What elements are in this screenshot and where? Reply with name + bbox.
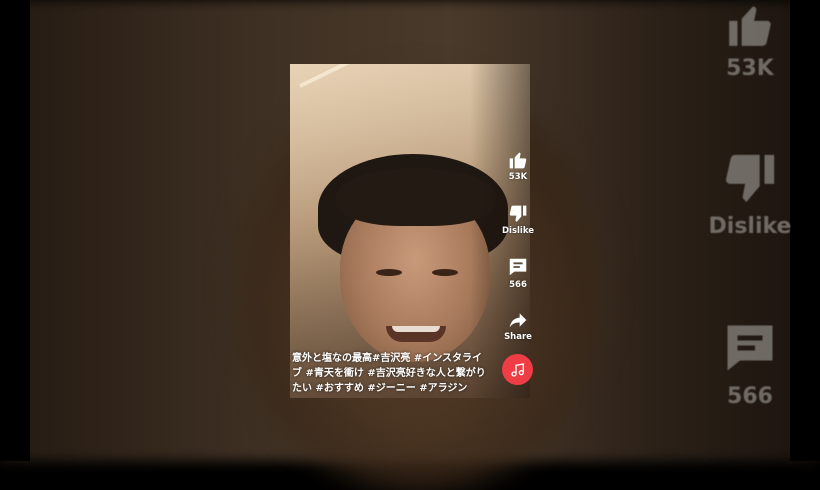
video-person-eye-right [432, 269, 458, 276]
video-person-eye-left [376, 269, 402, 276]
blurred-comment-count: 566 [727, 384, 773, 409]
thumbs-down-icon [726, 154, 775, 202]
left-letterbox [0, 0, 30, 461]
dislike-button[interactable]: Dislike [498, 204, 538, 236]
thumbs-down-icon [509, 205, 527, 222]
comment-button[interactable]: 566 [498, 256, 538, 290]
dislike-label: Dislike [501, 226, 535, 236]
thumbs-up-icon [729, 6, 771, 46]
like-button[interactable]: 53K [498, 150, 538, 182]
share-label: Share [504, 332, 532, 342]
blurred-comment: 566 [690, 318, 810, 409]
blurred-dislike: Dislike [690, 150, 810, 239]
video-player[interactable] [290, 64, 530, 398]
comment-icon [509, 258, 527, 276]
share-arrow-icon [509, 313, 527, 328]
like-count: 53K [508, 172, 528, 182]
blurred-like-count: 53K [726, 56, 774, 81]
share-button[interactable]: Share [498, 310, 538, 342]
comment-count: 566 [509, 280, 527, 290]
video-caption[interactable]: 意外と塩なの最高#吉沢亮 #インスタライブ #青天を衝け #吉沢亮好きな人と繋が… [292, 351, 492, 396]
music-note-icon [510, 362, 524, 377]
blurred-action-rail: 53K Dislike 566 [690, 0, 820, 461]
music-button[interactable] [502, 354, 533, 385]
comment-icon [727, 325, 773, 371]
thumbs-up-icon [509, 152, 527, 169]
video-person-teeth [392, 326, 440, 332]
blurred-like: 53K [690, 0, 810, 81]
blurred-dislike-label: Dislike [708, 214, 792, 239]
